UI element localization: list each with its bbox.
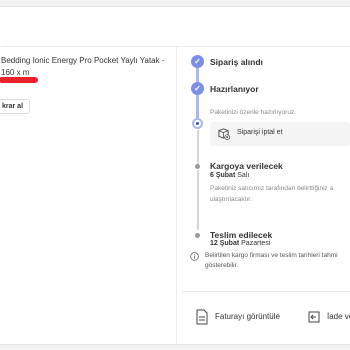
timeline-segment-pending xyxy=(196,130,199,166)
step-title-preparing: Hazırlanıyor xyxy=(210,84,259,94)
view-invoice-label: Faturayı görüntüle xyxy=(215,312,280,321)
price-redacted xyxy=(0,77,38,83)
step-date-shipping: 6 Şubat Salı xyxy=(210,172,249,179)
info-icon xyxy=(190,252,199,261)
step-dot xyxy=(195,233,200,238)
check-icon: ✓ xyxy=(191,55,204,68)
step-desc-preparing: Paketinizi özenle hazırlıyoruz. xyxy=(210,109,296,116)
actions-divider xyxy=(182,291,350,292)
date-day: Pazartesi xyxy=(241,240,271,247)
return-icon xyxy=(308,311,320,323)
column-divider xyxy=(176,47,177,344)
date-strong: 12 Şubat xyxy=(210,240,240,247)
timeline-segment-pending xyxy=(196,170,199,230)
timeline-segment-progress xyxy=(196,95,199,118)
cancel-order-button[interactable]: Siparişi iptal et xyxy=(210,122,350,146)
reorder-button[interactable]: krar al xyxy=(0,99,31,114)
step-dot xyxy=(195,164,200,169)
step-title-delivery: Teslim edilecek xyxy=(210,230,273,240)
date-strong: 6 Şubat xyxy=(210,172,236,179)
step-date-delivery: 12 Şubat Pazartesi xyxy=(210,240,270,247)
product-name[interactable]: Bedding Ionic Energy Pro Pocket Yaylı Ya… xyxy=(1,55,171,79)
return-label: İade ve xyxy=(327,312,350,321)
box-cancel-icon xyxy=(218,128,230,140)
step-desc-shipping: Paketiniz satıcımız tarafından belirttiğ… xyxy=(210,185,334,203)
order-timeline: ✓ Sipariş alındı ✓ Hazırlanıyor Paketini… xyxy=(182,40,350,285)
check-icon: ✓ xyxy=(191,82,204,95)
date-day: Salı xyxy=(237,172,250,179)
info-note-text: Belirtilen kargo firması ve teslim tarih… xyxy=(205,252,338,269)
invoice-icon xyxy=(196,309,208,325)
cancel-order-label: Siparişi iptal et xyxy=(237,129,283,136)
step-title-received: Sipariş alındı xyxy=(210,57,263,67)
step-title-shipping: Kargoya verilecek xyxy=(210,161,283,171)
current-step-indicator xyxy=(192,118,203,129)
